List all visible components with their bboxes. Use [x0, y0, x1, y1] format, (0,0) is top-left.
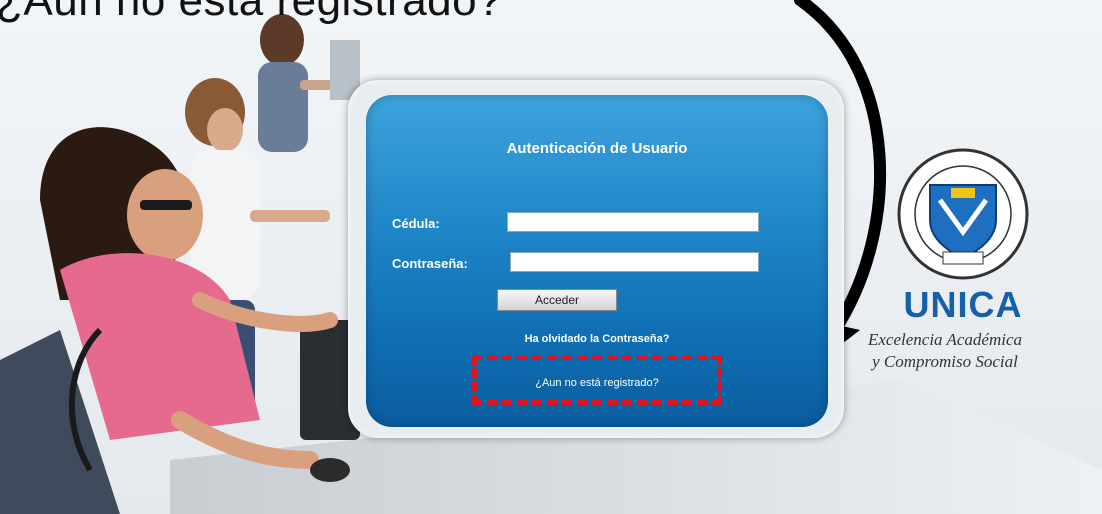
page-heading: ¿Aun no está registrado? — [0, 0, 503, 25]
password-field[interactable] — [510, 252, 759, 272]
logo-name: UNICA — [903, 284, 1023, 325]
register-highlight — [472, 355, 722, 405]
logo-tagline-2: y Compromiso Social — [872, 352, 1018, 371]
university-seal-icon — [897, 148, 1029, 280]
forgot-password-link[interactable]: Ha olvidado la Contraseña? — [366, 333, 828, 345]
submit-button[interactable]: Acceder — [497, 289, 617, 311]
id-field[interactable] — [507, 212, 759, 232]
id-label: Cédula: — [392, 216, 440, 231]
logo-tagline-1: Excelencia Académica — [867, 330, 1023, 349]
login-title: Autenticación de Usuario — [506, 140, 688, 157]
password-label: Contraseña: — [392, 256, 468, 271]
